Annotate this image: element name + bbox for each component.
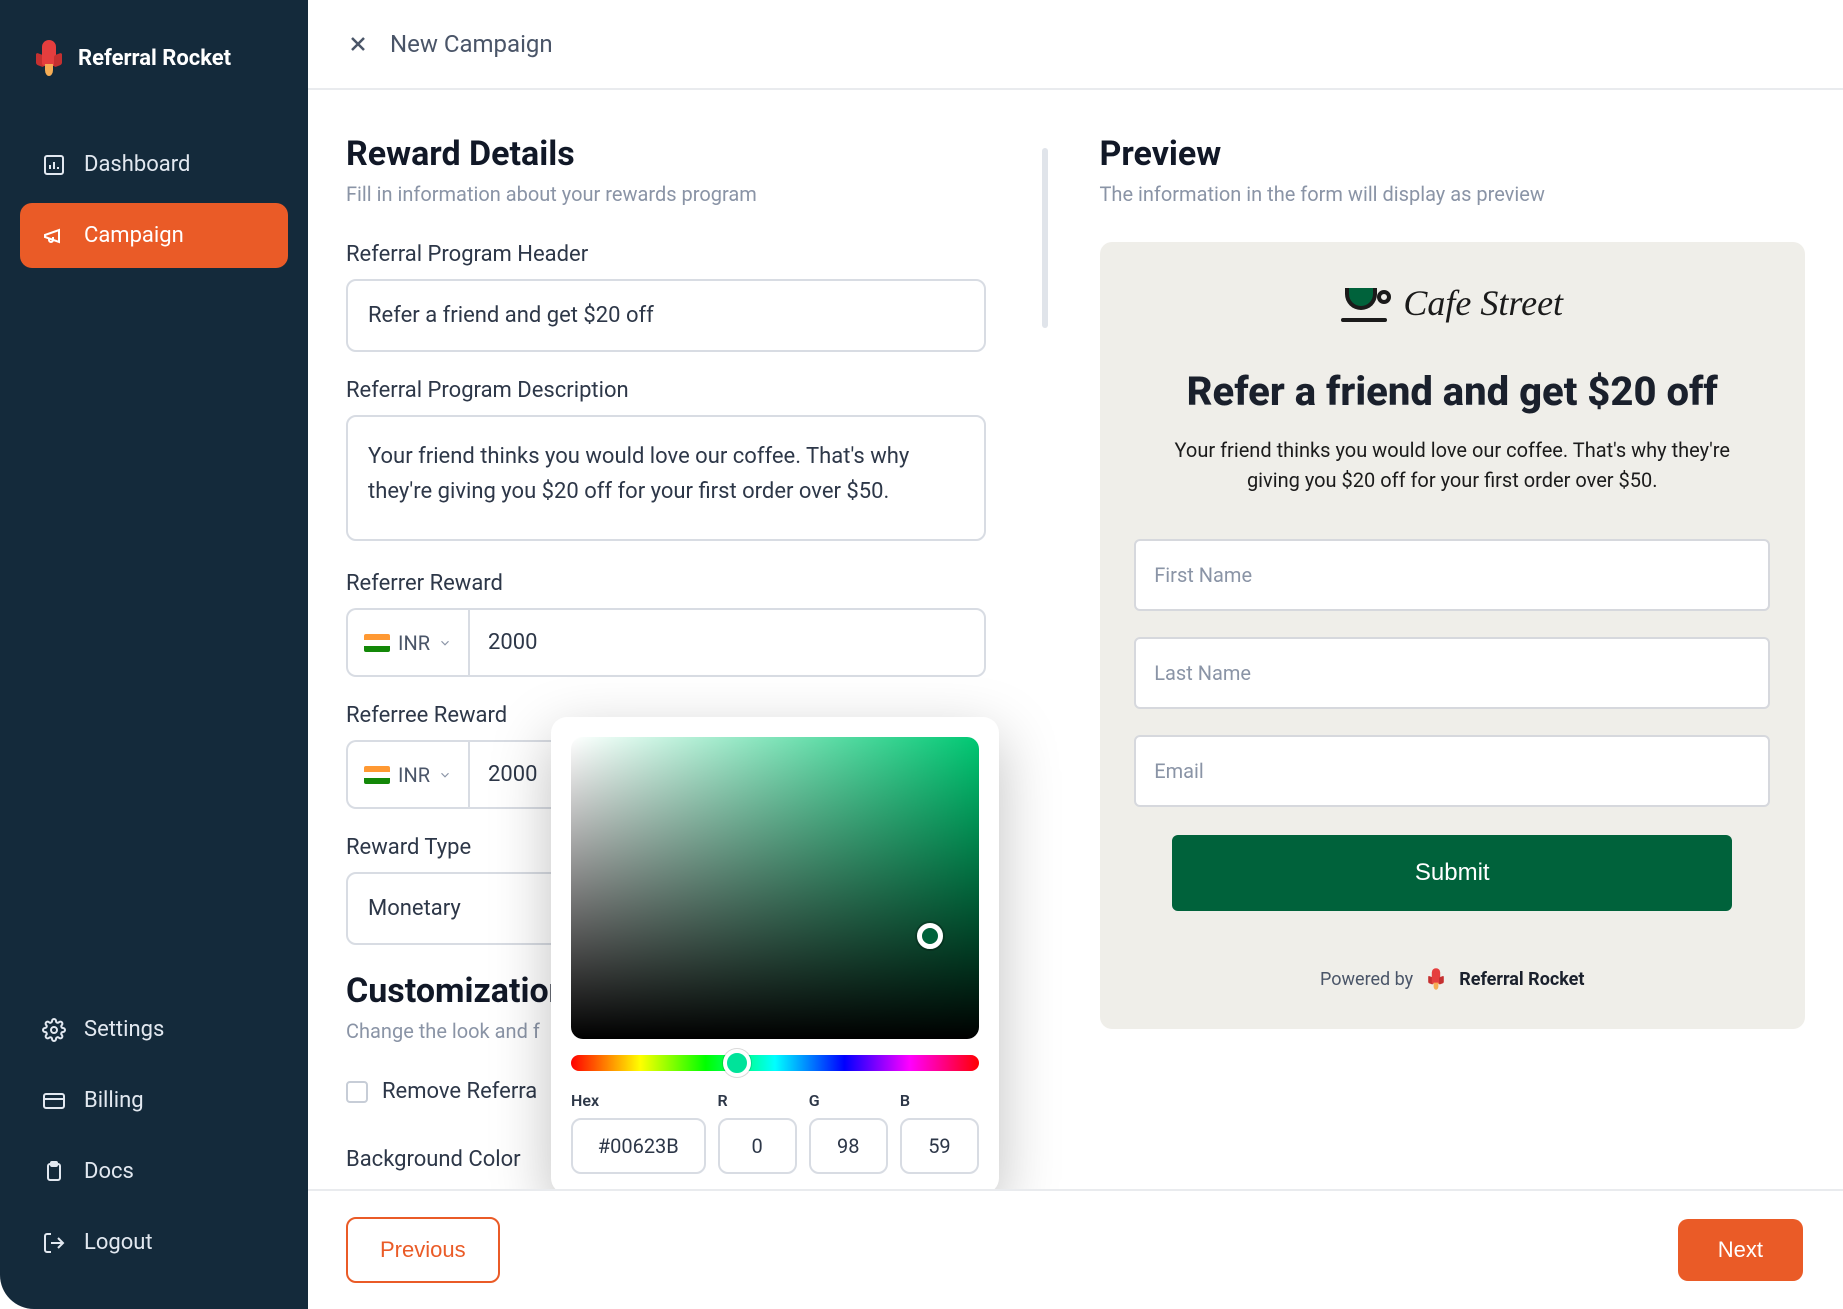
close-icon[interactable] — [346, 32, 370, 56]
section-title: Reward Details — [346, 134, 1052, 174]
g-label: G — [809, 1091, 888, 1110]
color-sv-area[interactable] — [571, 737, 979, 1039]
sidebar-item-label: Logout — [84, 1230, 153, 1255]
rocket-icon — [1428, 968, 1444, 990]
chevron-down-icon — [438, 636, 452, 650]
card-icon — [42, 1089, 66, 1113]
flag-india-icon — [364, 634, 390, 652]
previous-button[interactable]: Previous — [346, 1217, 500, 1283]
currency-code: INR — [398, 631, 430, 655]
powered-by: Powered by Referral Rocket — [1128, 961, 1778, 997]
remove-branding-checkbox[interactable] — [346, 1081, 368, 1103]
sidebar-item-label: Settings — [84, 1017, 164, 1042]
sidebar-item-settings[interactable]: Settings — [20, 997, 288, 1062]
footer: Previous Next — [308, 1189, 1843, 1309]
sidebar-item-dashboard[interactable]: Dashboard — [20, 132, 288, 197]
topbar: New Campaign — [308, 0, 1843, 90]
nav-top: Dashboard Campaign — [20, 132, 288, 997]
topbar-title: New Campaign — [390, 30, 553, 58]
g-input[interactable] — [809, 1118, 888, 1174]
brand-logo: Referral Rocket — [20, 40, 288, 76]
b-input[interactable] — [900, 1118, 979, 1174]
powered-by-label: Powered by — [1320, 969, 1413, 990]
nav-bottom: Settings Billing Docs Logout — [20, 997, 288, 1281]
sidebar-item-docs[interactable]: Docs — [20, 1139, 288, 1204]
preview-headline: Refer a friend and get $20 off — [1128, 368, 1778, 415]
remove-branding-label: Remove Referra — [382, 1079, 537, 1104]
desc-label: Referral Program Description — [346, 378, 1052, 403]
color-hue-thumb[interactable] — [723, 1049, 751, 1077]
sidebar-item-label: Campaign — [84, 223, 184, 248]
referrer-label: Referrer Reward — [346, 571, 1052, 596]
preview-subtitle: The information in the form will display… — [1100, 182, 1806, 206]
r-label: R — [718, 1091, 797, 1110]
section-subtitle: Fill in information about your rewards p… — [346, 182, 1052, 206]
preview-logo-text: Cafe Street — [1403, 282, 1563, 324]
next-button[interactable]: Next — [1678, 1219, 1803, 1281]
referrer-amount-input[interactable] — [468, 608, 986, 677]
hex-input[interactable] — [571, 1118, 706, 1174]
logout-icon — [42, 1231, 66, 1255]
preview-email-input[interactable] — [1134, 735, 1770, 807]
chevron-down-icon — [438, 768, 452, 782]
sidebar-item-label: Billing — [84, 1088, 144, 1113]
hex-label: Hex — [571, 1091, 706, 1110]
preview-submit-button[interactable]: Submit — [1172, 835, 1732, 911]
header-label: Referral Program Header — [346, 242, 1052, 267]
flag-india-icon — [364, 766, 390, 784]
rocket-icon — [36, 40, 62, 76]
desc-input[interactable]: Your friend thinks you would love our co… — [346, 415, 986, 541]
dashboard-icon — [42, 153, 66, 177]
sidebar: Referral Rocket Dashboard Campaign Setti… — [0, 0, 308, 1309]
gear-icon — [42, 1018, 66, 1042]
preview-panel: Cafe Street Refer a friend and get $20 o… — [1100, 242, 1806, 1029]
referree-currency-select[interactable]: INR — [346, 740, 468, 809]
powered-by-brand: Referral Rocket — [1459, 969, 1584, 990]
referrer-currency-select[interactable]: INR — [346, 608, 468, 677]
form-column: Reward Details Fill in information about… — [346, 134, 1052, 1189]
preview-logo: Cafe Street — [1128, 282, 1778, 324]
sidebar-item-label: Dashboard — [84, 152, 190, 177]
preview-last-name-input[interactable] — [1134, 637, 1770, 709]
sidebar-item-logout[interactable]: Logout — [20, 1210, 288, 1275]
preview-column: Preview The information in the form will… — [1100, 134, 1806, 1189]
sidebar-item-campaign[interactable]: Campaign — [20, 203, 288, 268]
sidebar-item-billing[interactable]: Billing — [20, 1068, 288, 1133]
brand-name: Referral Rocket — [78, 46, 231, 71]
preview-title: Preview — [1100, 134, 1806, 174]
coffee-cup-icon — [1341, 284, 1393, 322]
sidebar-item-label: Docs — [84, 1159, 134, 1184]
megaphone-icon — [42, 224, 66, 248]
header-input[interactable] — [346, 279, 986, 352]
color-hue-bar[interactable] — [571, 1055, 979, 1071]
preview-desc: Your friend thinks you would love our co… — [1152, 435, 1752, 495]
b-label: B — [900, 1091, 979, 1110]
preview-first-name-input[interactable] — [1134, 539, 1770, 611]
scrollbar[interactable] — [1042, 148, 1048, 328]
currency-code: INR — [398, 763, 430, 787]
main: New Campaign Reward Details Fill in info… — [308, 0, 1843, 1309]
r-input[interactable] — [718, 1118, 797, 1174]
color-popover: Hex R G B — [551, 717, 999, 1189]
clipboard-icon — [42, 1160, 66, 1184]
color-sv-thumb[interactable] — [917, 923, 943, 949]
